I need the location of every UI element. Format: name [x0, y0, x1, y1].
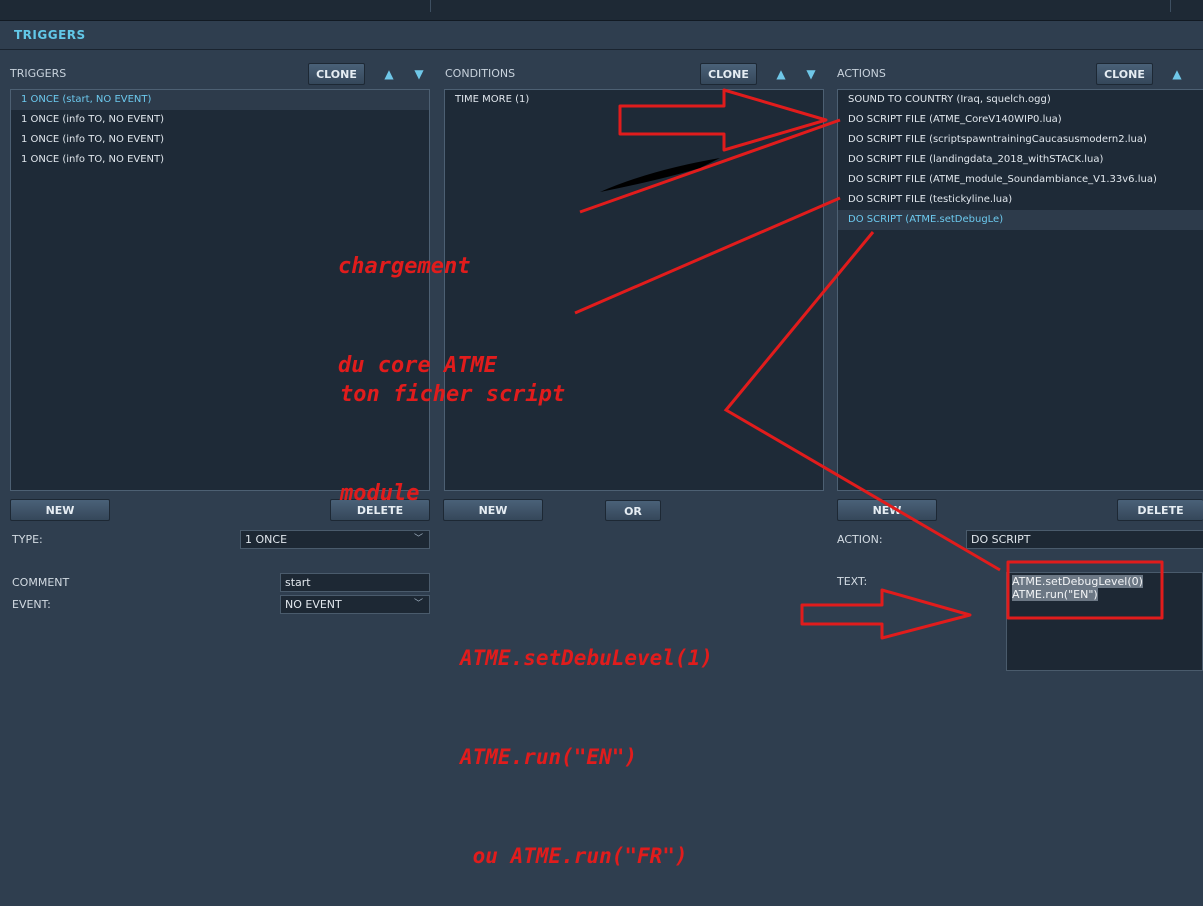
annotation-line: ATME.run("EN")	[460, 745, 638, 769]
arrow-to-core-icon	[618, 88, 828, 152]
annotation-line: ton ficher script	[340, 382, 566, 407]
arrow-to-text-icon	[800, 588, 972, 640]
annotation-line: ATME.setDebuLevel(1)	[460, 646, 713, 670]
annotation-line: ou ATME.run("FR")	[460, 844, 688, 868]
annotation-line: chargement	[338, 254, 471, 279]
annotation-module-text: ton ficher script module	[340, 312, 565, 543]
pointer-line	[574, 196, 841, 315]
highlight-box	[1006, 560, 1164, 620]
scribble-mark	[600, 158, 720, 192]
annotation-code-text: ATME.setDebuLevel(1) ATME.run("EN") ou A…	[460, 576, 713, 906]
pointer-line	[723, 231, 1001, 572]
annotation-line: module	[340, 481, 420, 506]
